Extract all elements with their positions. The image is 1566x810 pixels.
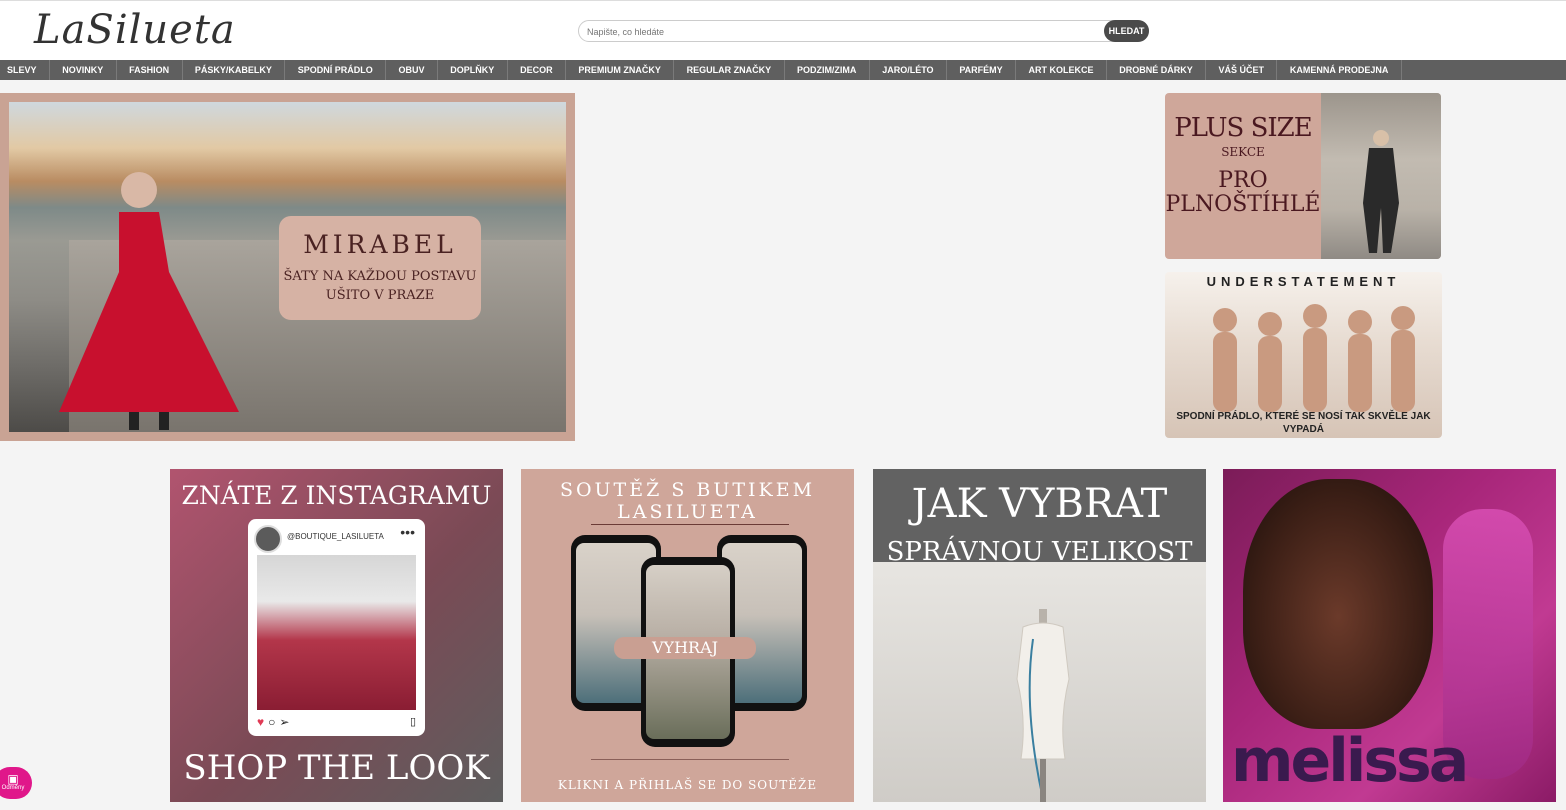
nav-item-3[interactable]: PÁSKY/KABELKY: [183, 60, 286, 80]
hero-banner-mirabel[interactable]: MIRABEL ŠATY NA KAŽDOU POSTAVU UŠITO V P…: [0, 93, 575, 441]
shop-the-look-label: SHOP THE LOOK: [183, 748, 490, 788]
nav-item-10[interactable]: PODZIM/ZIMA: [785, 60, 870, 80]
heart-icon: ♥: [257, 715, 269, 729]
search-bar: HLEDAT: [578, 20, 1149, 42]
hero-image: MIRABEL ŠATY NA KAŽDOU POSTAVU UŠITO V P…: [9, 102, 566, 432]
divider: [591, 759, 789, 760]
contest-tile[interactable]: SOUTĚŽ S BUTIKEM LASILUETA VYHRAJ KLIKNI…: [521, 469, 854, 802]
nav-item-14[interactable]: DROBNÉ DÁRKY: [1107, 60, 1207, 80]
melissa-tile[interactable]: melissa: [1223, 469, 1556, 802]
contest-heading-line1: SOUTĚŽ S BUTIKEM: [559, 479, 816, 501]
instagram-post-photo: [257, 555, 416, 710]
contest-cta: KLIKNI A PŘIHLAŠ SE DO SOUTĚŽE: [557, 778, 818, 792]
plus-size-plnostihle: PLNOŠTÍHLÉ: [1165, 192, 1321, 217]
comment-icon: ○: [268, 715, 280, 729]
nav-item-12[interactable]: PARFÉMY: [947, 60, 1017, 80]
nav-item-2[interactable]: FASHION: [117, 60, 183, 80]
main-nav: SLEVY NOVINKY FASHION PÁSKY/KABELKY SPODNÍ P…: [0, 60, 1566, 80]
instagram-handle: @BOUTIQUE_LASILUETA: [287, 532, 384, 541]
nav-item-15[interactable]: VÁŠ ÚČET: [1206, 60, 1278, 80]
bookmark-icon: ▯: [409, 716, 416, 728]
size-guide-subtitle: SPRÁVNOU VELIKOST: [886, 537, 1193, 567]
rewards-label: Odměny: [1, 785, 25, 791]
plus-size-text: PLUS SIZE SEKCE PRO PLNOŠTÍHLÉ: [1165, 113, 1321, 217]
instagram-tile[interactable]: ZNÁTE Z INSTAGRAMU @BOUTIQUE_LASILUETA •…: [170, 469, 503, 802]
mannequin-image: [1016, 609, 1070, 802]
nav-item-16[interactable]: KAMENNÁ PRODEJNA: [1277, 60, 1402, 80]
plus-size-title: PLUS SIZE: [1174, 113, 1312, 143]
avatar: [254, 525, 282, 553]
hero-subtitle-1: ŠATY NA KAŽDOU POSTAVU: [283, 269, 477, 284]
contest-heading: SOUTĚŽ S BUTIKEM LASILUETA: [521, 479, 854, 523]
gift-icon: ▣: [7, 772, 19, 786]
plus-size-photo: [1321, 93, 1441, 259]
plus-size-banner[interactable]: PLUS SIZE SEKCE PRO PLNOŠTÍHLÉ: [1165, 93, 1441, 259]
understatement-subtitle: SPODNÍ PRÁDLO, KTERÉ SE NOSÍ TAK SKVĚLE …: [1176, 411, 1431, 435]
hero-subtitle-2: UŠITO V PRAZE: [325, 288, 435, 303]
nav-item-5[interactable]: OBUV: [386, 60, 438, 80]
contest-heading-line2: LASILUETA: [617, 501, 758, 523]
nav-item-8[interactable]: PREMIUM ZNAČKY: [566, 60, 675, 80]
understatement-banner[interactable]: UNDERSTATEMENT SPODNÍ PRÁDLO, KTERÉ SE N…: [1165, 272, 1442, 438]
search-input[interactable]: [587, 24, 1102, 39]
red-dress-figure: [59, 172, 239, 430]
nav-item-6[interactable]: DOPLŇKY: [438, 60, 508, 80]
rewards-badge[interactable]: ▣ Odměny: [0, 767, 32, 799]
plus-size-pro: PRO: [1218, 168, 1268, 193]
hero-caption-box: MIRABEL ŠATY NA KAŽDOU POSTAVU UŠITO V P…: [279, 216, 481, 320]
melissa-logo: melissa: [1231, 726, 1469, 796]
nav-item-0[interactable]: SLEVY: [0, 60, 50, 80]
nav-item-13[interactable]: ART KOLEKCE: [1016, 60, 1107, 80]
instagram-post-card: @BOUTIQUE_LASILUETA ••• ♥○➢ ▯: [248, 519, 425, 736]
share-icon: ➢: [279, 715, 294, 729]
post-actions: ♥○➢: [257, 715, 293, 729]
walking-woman-figure: [1363, 130, 1399, 253]
size-guide-title: JAK VYBRAT: [911, 481, 1168, 527]
contest-win-badge: VYHRAJ: [614, 637, 756, 659]
site-logo[interactable]: LaSilueta: [34, 7, 236, 53]
site-header: LaSilueta HLEDAT: [0, 0, 1566, 60]
nav-item-1[interactable]: NOVINKY: [50, 60, 117, 80]
model-portrait: [1243, 479, 1433, 729]
more-icon: •••: [400, 524, 415, 540]
plus-size-sekce: SEKCE: [1221, 145, 1265, 159]
divider: [591, 524, 789, 525]
nav-item-9[interactable]: REGULAR ZNAČKY: [674, 60, 785, 80]
nav-item-11[interactable]: JARO/LÉTO: [870, 60, 947, 80]
hero-title: MIRABEL: [303, 230, 457, 259]
nav-item-4[interactable]: SPODNÍ PRÁDLO: [285, 60, 387, 80]
search-button[interactable]: HLEDAT: [1104, 20, 1149, 42]
size-guide-tile[interactable]: JAK VYBRAT SPRÁVNOU VELIKOST: [873, 469, 1206, 802]
nav-item-7[interactable]: DECOR: [508, 60, 566, 80]
instagram-tile-heading: ZNÁTE Z INSTAGRAMU: [181, 481, 492, 510]
